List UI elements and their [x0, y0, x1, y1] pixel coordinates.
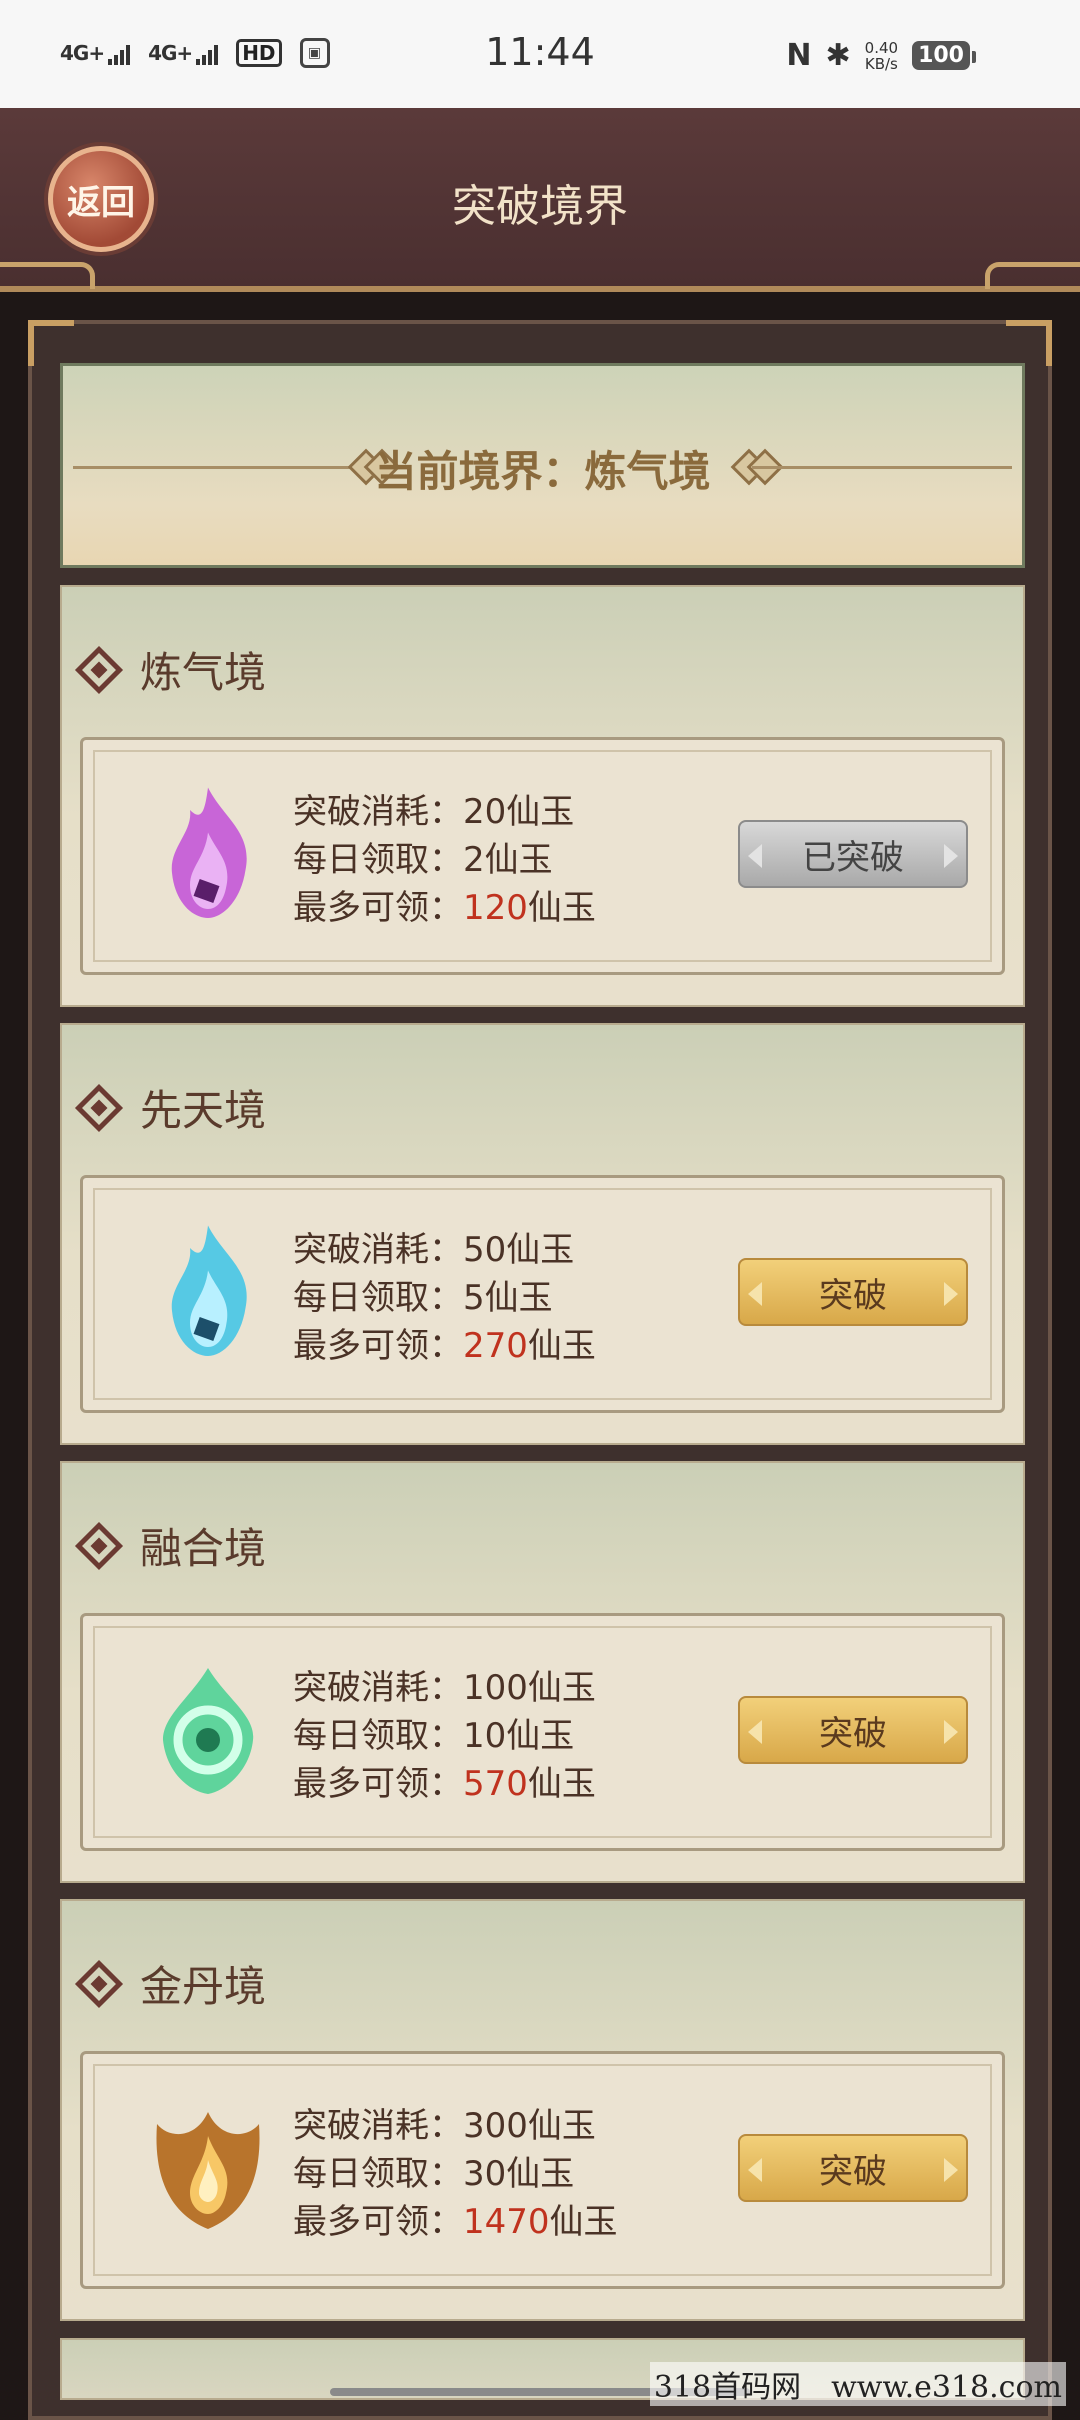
realm-name: 融合境 — [140, 1524, 267, 1573]
realm-name: 金丹境 — [140, 1962, 267, 2011]
diamond-icon — [74, 1083, 124, 1132]
realm-cost: 突破消耗：50仙玉 — [293, 1230, 575, 1270]
diamond-icon — [74, 1521, 124, 1570]
network-speed-unit: KB/s — [864, 54, 898, 73]
realm-detail-box: 突破消耗：100仙玉 每日领取：10仙玉 最多可领：570仙玉 突破 — [80, 1613, 1005, 1851]
realm-max-label: 最多可领： — [293, 1764, 463, 1804]
realm-daily: 每日领取：2仙玉 — [293, 840, 553, 880]
broken-through-button[interactable]: 已突破 — [738, 820, 968, 888]
realm-info: 突破消耗：20仙玉 每日领取：2仙玉 最多可领：120仙玉 — [293, 788, 596, 932]
realm-card-header: 先天境 — [74, 1077, 267, 1138]
breakthrough-button[interactable]: 突破 — [738, 1258, 968, 1326]
realm-detail-box: 突破消耗：50仙玉 每日领取：5仙玉 最多可领：270仙玉 突破 — [80, 1175, 1005, 1413]
realm-max-unit: 仙玉 — [549, 2202, 618, 2242]
realm-info: 突破消耗：100仙玉 每日领取：10仙玉 最多可领：570仙玉 — [293, 1664, 596, 1808]
realm-daily: 每日领取：10仙玉 — [293, 1716, 575, 1756]
nfc-icon: N — [786, 38, 812, 73]
realm-card: 金丹境 突破消耗：300仙玉 每日领取：30仙玉 最多可领：1470仙玉 突破 — [60, 1899, 1025, 2321]
realm-card: 炼气境 突破消耗：20仙玉 每日领取：2仙玉 最多可领：120仙玉 已突破 — [60, 585, 1025, 1007]
breakthrough-button[interactable]: 突破 — [738, 2134, 968, 2202]
header-ornament-right — [985, 262, 1080, 289]
frame-corner-ornament — [28, 320, 74, 366]
realm-name: 先天境 — [140, 1086, 267, 1135]
realm-card: 融合境 突破消耗：100仙玉 每日领取：10仙玉 最多可领：570仙玉 突破 — [60, 1461, 1025, 1883]
realm-daily: 每日领取：30仙玉 — [293, 2154, 575, 2194]
realm-max-label: 最多可领： — [293, 1326, 463, 1366]
realm-card-header: 炼气境 — [74, 639, 267, 700]
golden-core-icon — [156, 2112, 260, 2229]
realm-max-label: 最多可领： — [293, 888, 463, 928]
status-right: N ✱ 0.40 KB/s 100 — [786, 38, 976, 73]
bluetooth-icon: ✱ — [825, 38, 851, 73]
realm-info: 突破消耗：300仙玉 每日领取：30仙玉 最多可领：1470仙玉 — [293, 2102, 618, 2246]
realm-card-header: 金丹境 — [74, 1953, 267, 2014]
battery-icon: 100 — [912, 41, 976, 70]
header-ornament-left — [0, 262, 95, 289]
realm-card-header: 融合境 — [74, 1515, 267, 1576]
realm-max-unit: 仙玉 — [527, 888, 596, 928]
breakthrough-button[interactable]: 突破 — [738, 1696, 968, 1764]
realm-cost: 突破消耗：100仙玉 — [293, 1668, 596, 1708]
realm-max-value: 1470 — [463, 2202, 550, 2242]
realm-max-value: 570 — [463, 1764, 528, 1804]
realm-max: 最多可领：270仙玉 — [293, 1322, 596, 1370]
app-header: 返回 突破境界 — [0, 108, 1080, 292]
realm-cost: 突破消耗：300仙玉 — [293, 2106, 596, 2146]
frame-corner-ornament — [1006, 320, 1052, 366]
realm-max: 最多可领：1470仙玉 — [293, 2198, 618, 2246]
realm-max-value: 270 — [463, 1326, 528, 1366]
realm-cost: 突破消耗：20仙玉 — [293, 792, 575, 832]
diamond-icon — [74, 645, 124, 694]
page-title: 突破境界 — [452, 181, 628, 232]
banner-line-right — [752, 466, 1012, 469]
realm-max: 最多可领：120仙玉 — [293, 884, 596, 932]
realm-max-label: 最多可领： — [293, 2202, 463, 2242]
realm-card: 先天境 突破消耗：50仙玉 每日领取：5仙玉 最多可领：270仙玉 突破 — [60, 1023, 1025, 1445]
realm-name: 炼气境 — [140, 648, 267, 697]
blue-flame-icon — [171, 1225, 247, 1356]
realm-daily: 每日领取：5仙玉 — [293, 1278, 553, 1318]
realm-max-value: 120 — [463, 888, 528, 928]
realm-detail-box: 突破消耗：20仙玉 每日领取：2仙玉 最多可领：120仙玉 已突破 — [80, 737, 1005, 975]
realm-info: 突破消耗：50仙玉 每日领取：5仙玉 最多可领：270仙玉 — [293, 1226, 596, 1370]
purple-flame-icon — [171, 787, 247, 918]
realm-max: 最多可领：570仙玉 — [293, 1760, 596, 1808]
realm-detail-box: 突破消耗：300仙玉 每日领取：30仙玉 最多可领：1470仙玉 突破 — [80, 2051, 1005, 2289]
diamond-icon — [74, 1959, 124, 2008]
watermark: 318首码网 www.e318.com — [649, 2362, 1066, 2406]
realm-max-unit: 仙玉 — [527, 1326, 596, 1366]
status-bar: 4G+ 4G+ HD ▣ 11:44 N ✱ 0.40 KB/s 100 — [0, 0, 1080, 108]
green-swirl-icon — [163, 1668, 254, 1794]
current-realm-banner: 当前境界：炼气境 — [60, 363, 1025, 568]
network-speed: 0.40 KB/s — [865, 40, 898, 72]
realm-max-unit: 仙玉 — [527, 1764, 596, 1804]
